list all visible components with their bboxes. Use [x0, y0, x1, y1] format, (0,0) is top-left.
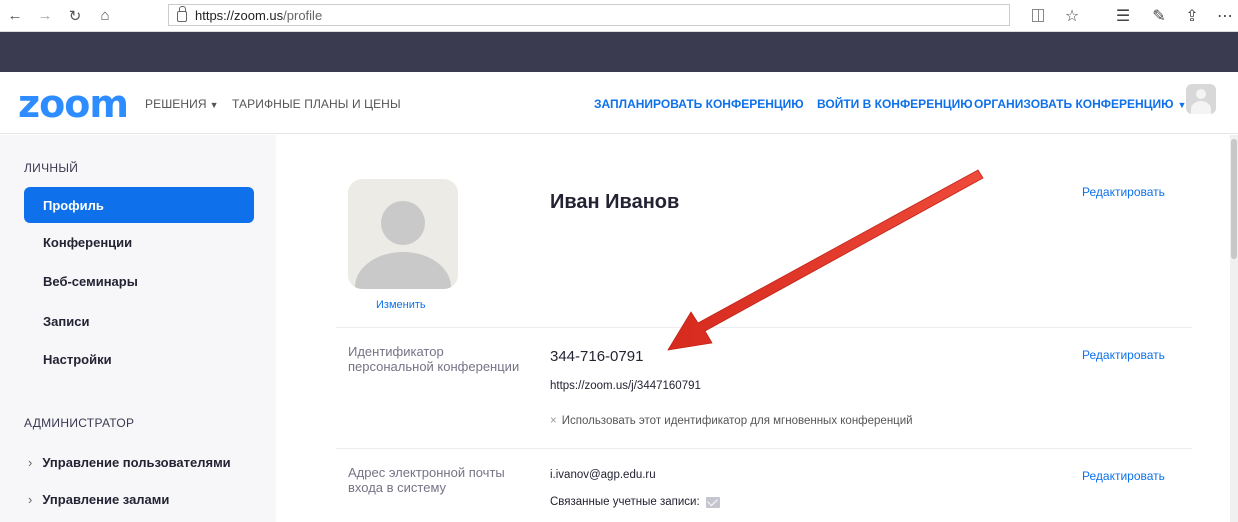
profile-photo [348, 179, 458, 289]
more-icon[interactable]: ⋯ [1212, 2, 1238, 30]
nav-plans[interactable]: ТАРИФНЫЕ ПЛАНЫ И ЦЕНЫ [232, 97, 401, 111]
schedule-meeting-link[interactable]: ЗАПЛАНИРОВАТЬ КОНФЕРЕНЦИЮ [594, 97, 804, 111]
linked-accounts-label: Связанные учетные записи: [550, 496, 700, 508]
cross-icon: × [550, 415, 557, 427]
host-meeting-link[interactable]: ОРГАНИЗОВАТЬ КОНФЕРЕНЦИЮ ▼ [974, 97, 1186, 111]
sidebar-item-webinars[interactable]: Веб-семинары [24, 263, 254, 299]
sidebar-item-room-management[interactable]: › Управление залами [28, 492, 169, 507]
address-bar[interactable]: https://zoom.us/profile [168, 4, 1010, 26]
edit-name-button[interactable]: Редактировать [1082, 185, 1165, 199]
profile-main: Изменить Иван Иванов Редактировать Идент… [276, 135, 1238, 522]
pen-icon[interactable]: ✎ [1146, 2, 1172, 30]
email-value: i.ivanov@agp.edu.ru [550, 469, 656, 481]
favorite-star-icon[interactable]: ☆ [1059, 2, 1085, 30]
home-icon[interactable]: ⌂ [90, 0, 120, 32]
reader-view-icon[interactable] [1032, 9, 1044, 22]
host-meeting-label: ОРГАНИЗОВАТЬ КОНФЕРЕНЦИЮ [974, 97, 1174, 111]
sidebar-admin-heading: АДМИНИСТРАТОР [24, 416, 135, 430]
pmi-value: 344-716-0791 [550, 348, 644, 365]
nav-solutions-label: РЕШЕНИЯ [145, 97, 207, 111]
email-label: Адрес электронной почты входа в систему [348, 465, 505, 495]
divider [336, 448, 1192, 449]
forward-icon[interactable]: → [30, 0, 60, 32]
room-management-label: Управление залами [42, 492, 170, 507]
pmi-url[interactable]: https://zoom.us/j/3447160791 [550, 380, 701, 392]
scrollbar[interactable] [1230, 135, 1238, 522]
change-photo-link[interactable]: Изменить [376, 299, 426, 311]
sidebar-item-profile[interactable]: Профиль [24, 187, 254, 223]
url-path: /profile [283, 7, 323, 23]
mail-icon [705, 496, 720, 508]
share-icon[interactable]: ⇪ [1179, 2, 1205, 30]
top-dark-strip [0, 32, 1238, 72]
chevron-right-icon: › [28, 455, 33, 470]
sidebar: ЛИЧНЫЙ Профиль Конференции Веб-семинары … [0, 135, 276, 522]
scrollbar-thumb[interactable] [1231, 139, 1237, 259]
pmi-instant-option: × Использовать этот идентификатор для мгн… [550, 415, 913, 427]
lock-icon [177, 5, 187, 22]
chevron-right-icon: › [28, 492, 33, 507]
pmi-label: Идентификатор персональной конференции [348, 344, 520, 374]
sidebar-item-meetings[interactable]: Конференции [24, 224, 254, 260]
zoom-logo[interactable]: zoom [18, 84, 129, 124]
pmi-option-label: Использовать этот идентификатор для мгно… [561, 415, 913, 427]
sidebar-item-recordings[interactable]: Записи [24, 303, 254, 339]
url-host: https://zoom.us [195, 7, 284, 23]
sidebar-personal-heading: ЛИЧНЫЙ [24, 161, 79, 175]
favorites-list-icon[interactable]: ☰ [1110, 2, 1136, 30]
sidebar-item-settings[interactable]: Настройки [24, 341, 254, 377]
edit-pmi-button[interactable]: Редактировать [1082, 348, 1165, 362]
nav-solutions[interactable]: РЕШЕНИЯ ▼ [145, 97, 222, 111]
join-meeting-link[interactable]: ВОЙТИ В КОНФЕРЕНЦИЮ [817, 97, 973, 111]
refresh-icon[interactable]: ↻ [60, 0, 90, 32]
user-avatar-icon[interactable] [1186, 84, 1216, 114]
edit-email-button[interactable]: Редактировать [1082, 469, 1165, 483]
sidebar-item-user-management[interactable]: › Управление пользователями [28, 455, 231, 470]
caret-down-icon: ▼ [209, 100, 219, 110]
back-icon[interactable]: ← [0, 0, 30, 32]
user-management-label: Управление пользователями [42, 455, 231, 470]
divider [336, 327, 1192, 328]
linked-accounts: Связанные учетные записи: [550, 496, 720, 508]
profile-name: Иван Иванов [550, 191, 680, 213]
site-header: zoom РЕШЕНИЯ ▼ ТАРИФНЫЕ ПЛАНЫ И ЦЕНЫ ЗАПЛ… [0, 72, 1238, 134]
